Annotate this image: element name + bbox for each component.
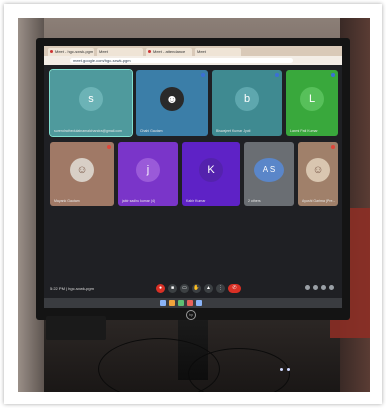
person-icon: ☺ [76, 164, 88, 177]
participant-tile[interactable]: b Biswajeet Kumar Jyoti [212, 70, 282, 136]
avatar-group: A S [254, 158, 284, 183]
photo-frame: Meet - hgc-sxwk-pgm Meet Meet - attendan… [4, 4, 382, 404]
avatar: b [235, 87, 259, 112]
browser-icon[interactable] [178, 300, 184, 306]
info-icon[interactable] [305, 285, 310, 290]
app-icon[interactable] [187, 300, 193, 306]
folder-icon[interactable] [169, 300, 175, 306]
app-icon[interactable] [196, 300, 202, 306]
avatar-photo: ☺ [306, 158, 330, 183]
side-controls [305, 285, 334, 290]
avatar: K [199, 158, 223, 183]
avatar: L [300, 87, 324, 112]
present-button[interactable]: ▲ [204, 284, 213, 293]
participant-name: Kabir Kumar [186, 199, 206, 203]
participant-name: Ayushi Garima (Pre... [302, 199, 336, 203]
mic-indicator-icon [331, 73, 335, 77]
participant-tile[interactable]: A S 2 others [244, 142, 294, 206]
participant-name: Chahi Gautam [140, 129, 163, 133]
chat-icon[interactable] [321, 285, 326, 290]
person-icon: ☺ [312, 164, 324, 177]
participant-grid: s surendrathedulatnamalchandra@gmail.com… [49, 69, 338, 276]
mic-muted-icon [331, 145, 335, 149]
participant-name: Laxmi Pati Kumar [290, 129, 318, 133]
meeting-time: 5:22 PM | hgc-sxwk-pgm [50, 286, 94, 291]
participant-name: surendrathedulatnamalchandra@gmail.com [54, 129, 122, 133]
camera-toggle-button[interactable]: ■ [168, 284, 177, 293]
participant-tile[interactable]: j jabir sadhu kumar (4) [118, 142, 178, 206]
browser-tabbar: Meet - hgc-sxwk-pgm Meet Meet - attendan… [44, 46, 342, 56]
participant-name: jabir sadhu kumar (4) [122, 199, 156, 203]
browser-tab[interactable]: Meet [97, 48, 143, 56]
browser-tab[interactable]: Meet - attendance [146, 48, 192, 56]
cable [188, 348, 290, 392]
avatar: s [79, 87, 103, 112]
end-call-button[interactable]: ✆ [228, 284, 241, 293]
hp-logo-icon: hp [186, 310, 196, 320]
person-icon: ☻ [165, 92, 179, 107]
participant-name: Mayank Gautam [54, 199, 80, 203]
avatar: j [136, 158, 160, 183]
participant-tile[interactable]: ☺ Mayank Gautam [50, 142, 114, 206]
participant-tile[interactable]: L Laxmi Pati Kumar [286, 70, 338, 136]
activities-icon[interactable] [329, 285, 334, 290]
speaker-bar [46, 316, 106, 340]
meet-screen: Meet - hgc-sxwk-pgm Meet Meet - attendan… [44, 46, 342, 308]
meet-toolbar: 5:22 PM | hgc-sxwk-pgm ● ■ ▭ ✋ ▲ ⋮ ✆ [44, 282, 342, 296]
raise-hand-button[interactable]: ✋ [192, 284, 201, 293]
taskbar-icons [160, 300, 202, 306]
photo: Meet - hgc-sxwk-pgm Meet Meet - attendan… [18, 18, 370, 392]
browser-tab[interactable]: Meet - hgc-sxwk-pgm [48, 48, 94, 56]
mic-muted-icon [107, 145, 111, 149]
start-icon[interactable] [160, 300, 166, 306]
led-icon [287, 368, 290, 371]
people-icon[interactable] [313, 285, 318, 290]
avatar-photo: ☺ [70, 158, 94, 183]
os-taskbar [44, 298, 342, 308]
participant-tile[interactable]: ☻ Chahi Gautam [136, 70, 208, 136]
participant-name: Biswajeet Kumar Jyoti [216, 129, 251, 133]
address-bar: meet.google.com/hgc-sxwk-pgm [44, 56, 342, 65]
device-leds [280, 368, 290, 371]
mic-indicator-icon [275, 73, 279, 77]
browser-tab[interactable]: Meet [195, 48, 241, 56]
captions-button[interactable]: ▭ [180, 284, 189, 293]
mic-indicator-icon [201, 73, 205, 77]
avatar-photo: ☻ [160, 87, 184, 112]
participant-name: 2 others [248, 199, 261, 203]
call-controls: ● ■ ▭ ✋ ▲ ⋮ ✆ [156, 284, 241, 293]
more-options-button[interactable]: ⋮ [216, 284, 225, 293]
participant-tile[interactable]: ☺ Ayushi Garima (Pre... [298, 142, 338, 206]
monitor: Meet - hgc-sxwk-pgm Meet Meet - attendan… [36, 38, 350, 320]
participant-tile[interactable]: K Kabir Kumar [182, 142, 240, 206]
participant-tile[interactable]: s surendrathedulatnamalchandra@gmail.com [49, 69, 133, 137]
mic-toggle-button[interactable]: ● [156, 284, 165, 293]
led-icon [280, 368, 283, 371]
url-field[interactable]: meet.google.com/hgc-sxwk-pgm [70, 58, 293, 63]
